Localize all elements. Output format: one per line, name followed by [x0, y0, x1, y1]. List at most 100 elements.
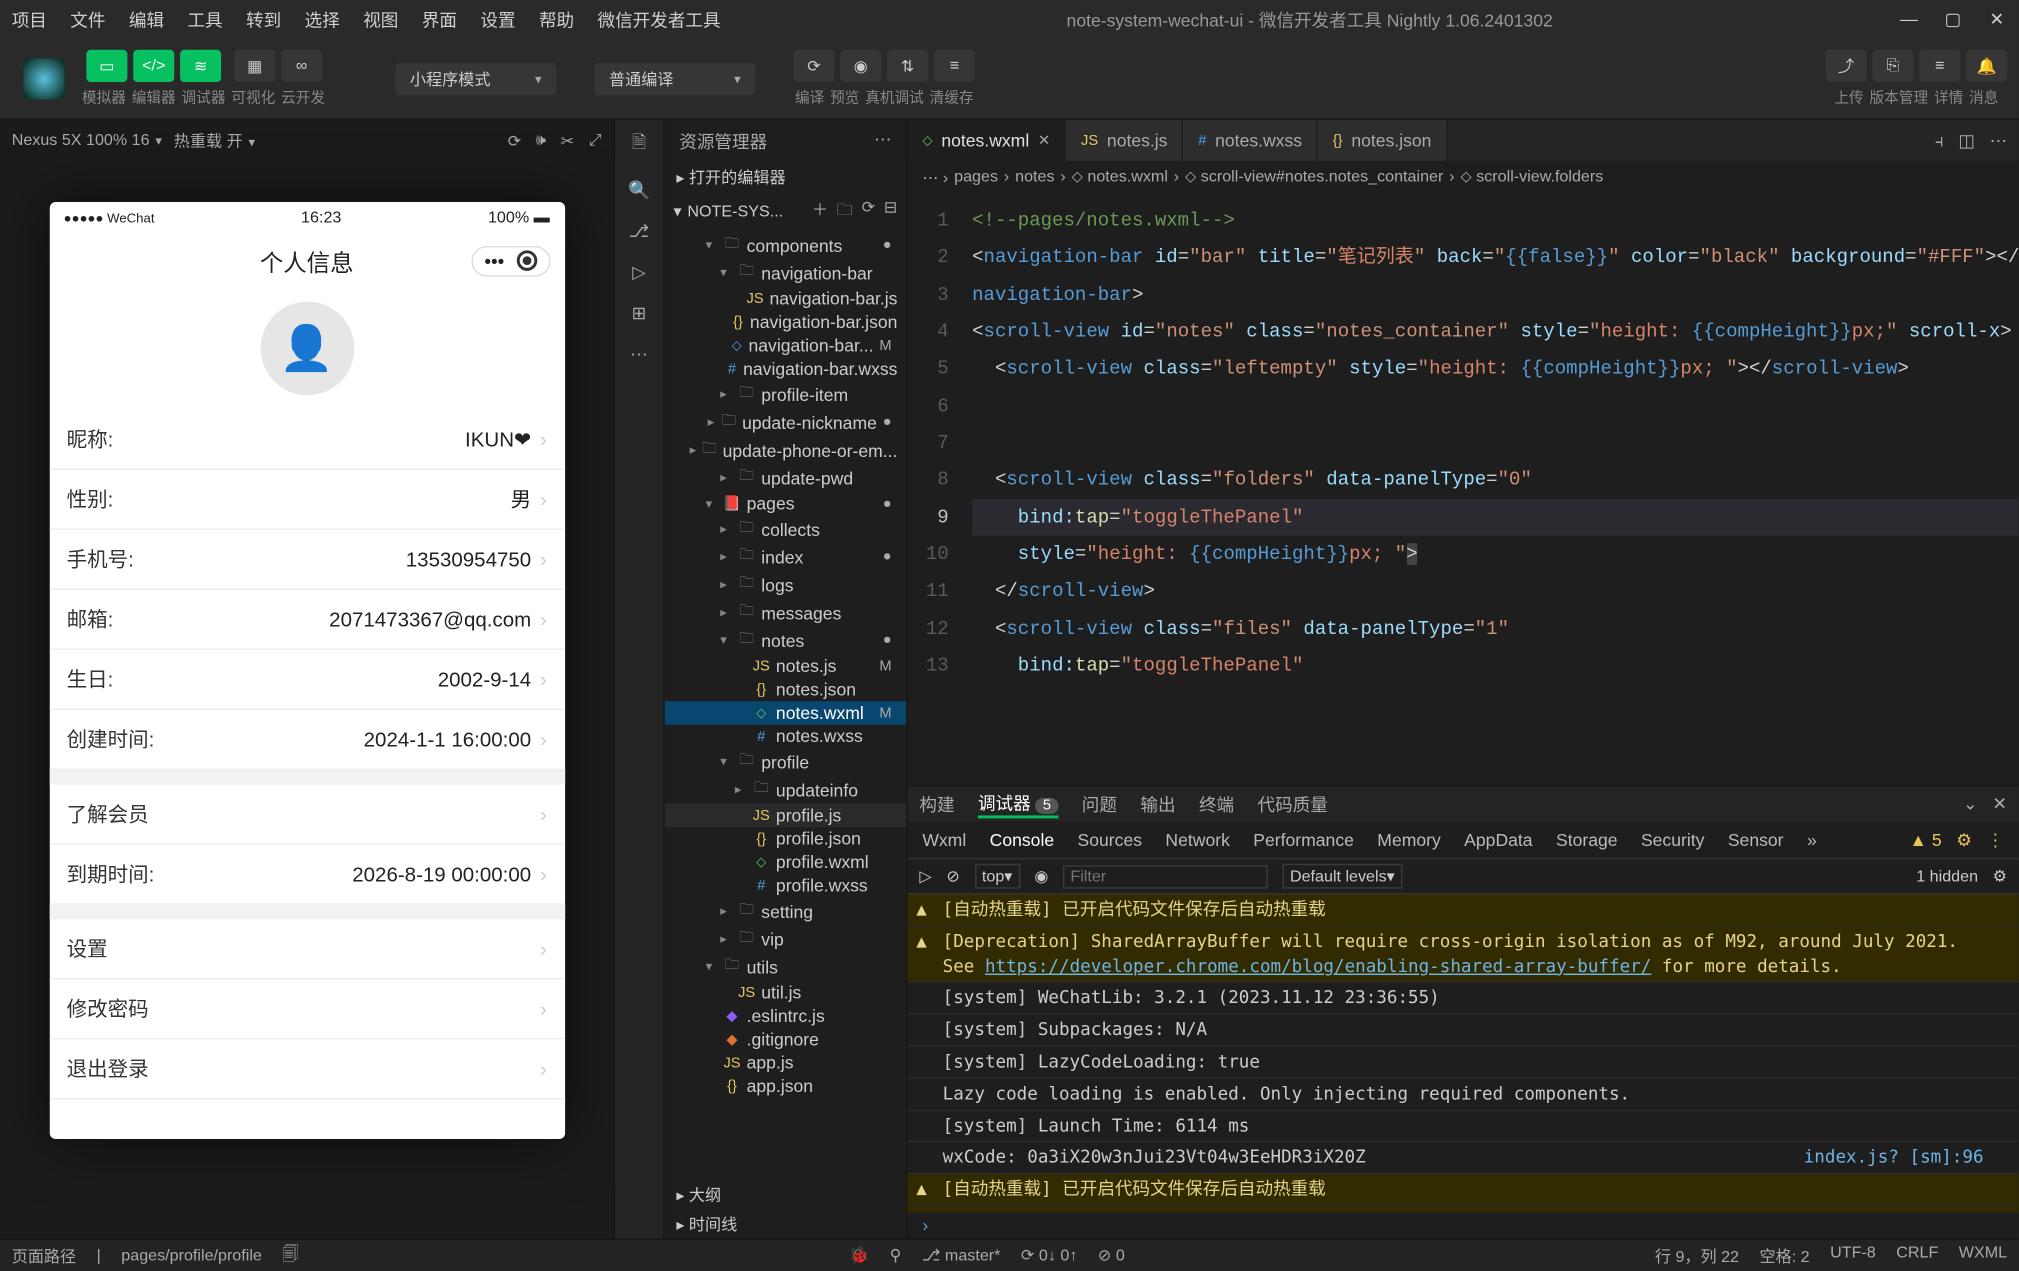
upload-button[interactable]: ⤴ [1826, 50, 1867, 82]
visual-button[interactable]: ▦ [234, 50, 275, 82]
panel-tab[interactable]: 调试器 5 [978, 790, 1058, 818]
eol[interactable]: CRLF [1896, 1244, 1938, 1267]
indent-setting[interactable]: 空格: 2 [1759, 1244, 1809, 1267]
sim-cut-icon[interactable]: ✂ [561, 131, 574, 150]
project-header[interactable]: ▾ NOTE-SYS... ＋ 🗀 ⟳ ⊟ [665, 192, 907, 232]
profile-avatar[interactable]: 👤 [260, 302, 354, 396]
compile-scheme-dropdown[interactable]: 普通编译 [594, 62, 755, 94]
panel-tab[interactable]: 构建 [919, 791, 954, 816]
page-path-label[interactable]: 页面路径 [12, 1244, 76, 1267]
editor-tab[interactable]: JSnotes.js [1066, 120, 1183, 161]
debugger-toggle[interactable]: ≋ [180, 50, 221, 82]
console-clear-icon[interactable]: ⊘ [946, 867, 959, 886]
profile-row[interactable]: 生日:2002-9-14› [49, 650, 564, 710]
tree-item[interactable]: ⬦profile.wxml [665, 851, 907, 874]
profile-row[interactable]: 设置› [49, 919, 564, 979]
devtools-tab[interactable]: Security [1641, 824, 1704, 856]
more-icon[interactable]: ⋯ [630, 344, 648, 364]
close-button[interactable]: ✕ [1975, 9, 2019, 29]
sb-bug-icon[interactable]: 🐞 [849, 1246, 869, 1265]
tab-more-icon[interactable]: ⋯ [1990, 130, 2008, 150]
profile-row[interactable]: 到期时间:2026-8-19 00:00:00› [49, 845, 564, 905]
devtools-tab[interactable]: Wxml [922, 824, 966, 856]
compile-mode-dropdown[interactable]: 小程序模式 [395, 62, 556, 94]
remote-debug-button[interactable]: ⇅ [887, 50, 928, 82]
tree-item[interactable]: {}navigation-bar.json [665, 310, 907, 333]
devtools-tab[interactable]: Console [990, 824, 1054, 856]
menu-item[interactable]: 微信开发者工具 [586, 7, 732, 32]
tree-item[interactable]: ▸🗀index● [665, 543, 907, 571]
devtools-tab[interactable]: Sensor [1728, 824, 1784, 856]
tree-item[interactable]: JSutil.js [665, 981, 907, 1004]
new-file-icon[interactable]: ＋ [812, 198, 828, 226]
profile-row[interactable]: 修改密码› [49, 979, 564, 1039]
tree-item[interactable]: ▾🗀components● [665, 231, 907, 259]
sim-pop-icon[interactable]: ⤢ [589, 131, 602, 150]
device-selector[interactable]: Nexus 5X 100% 16 [12, 132, 162, 150]
tree-item[interactable]: {}app.json [665, 1075, 907, 1098]
tree-item[interactable]: ▸🗀collects [665, 515, 907, 543]
menu-item[interactable]: 界面 [410, 7, 469, 32]
console-play-icon[interactable]: ▷ [919, 867, 931, 886]
tree-item[interactable]: ◆.eslintrc.js [665, 1004, 907, 1027]
sb-pin-icon[interactable]: ⚲ [890, 1246, 902, 1265]
warning-count[interactable]: ▲ 5 [1910, 829, 1942, 849]
profile-row[interactable]: 邮箱:2071473367@qq.com› [49, 590, 564, 650]
tree-item[interactable]: ▸🗀logs [665, 571, 907, 599]
tree-item[interactable]: {}profile.json [665, 827, 907, 850]
notifications-button[interactable]: 🔔 [1966, 50, 2007, 82]
git-icon[interactable]: ⎇ [629, 221, 649, 241]
maximize-button[interactable]: ▢ [1931, 9, 1975, 29]
search-icon[interactable]: 🔍 [628, 180, 650, 200]
page-path[interactable]: pages/profile/profile [121, 1247, 262, 1265]
menu-item[interactable]: 设置 [469, 7, 528, 32]
menu-item[interactable]: 工具 [176, 7, 235, 32]
profile-row[interactable]: 退出登录› [49, 1039, 564, 1099]
devtools-settings-icon[interactable]: ⚙ [1956, 829, 1972, 849]
console-level-dropdown[interactable]: Default levels ▾ [1283, 864, 1402, 889]
git-branch[interactable]: ⎇ master* [922, 1246, 1001, 1265]
tree-item[interactable]: ◆.gitignore [665, 1028, 907, 1051]
menu-item[interactable]: 文件 [59, 7, 118, 32]
tree-item[interactable]: ▾🗀notes● [665, 627, 907, 655]
tree-item[interactable]: ▸🗀setting [665, 897, 907, 925]
code-editor[interactable]: 12345678910111213 <!--pages/notes.wxml--… [908, 193, 2019, 784]
editor-toggle[interactable]: </> [133, 50, 174, 82]
refresh-tree-icon[interactable]: ⟳ [862, 198, 875, 226]
menu-item[interactable]: 视图 [351, 7, 410, 32]
devtools-tab[interactable]: AppData [1464, 824, 1532, 856]
compile-button[interactable]: ⟳ [793, 50, 834, 82]
extension-icon[interactable]: ⊞ [632, 303, 647, 323]
menu-item[interactable]: 转到 [234, 7, 293, 32]
panel-collapse-icon[interactable]: ⌄ [1963, 793, 1978, 813]
console-eye-icon[interactable]: ◉ [1034, 867, 1048, 886]
tree-item[interactable]: ▸🗀updateinfo [665, 776, 907, 804]
console-prompt[interactable]: › [908, 1212, 2019, 1238]
devtools-tab[interactable]: Network [1165, 824, 1229, 856]
tree-item[interactable]: ▸🗀messages [665, 599, 907, 627]
profile-row[interactable]: 创建时间:2024-1-1 16:00:00› [49, 710, 564, 770]
tree-item[interactable]: ▸🗀update-pwd [665, 464, 907, 492]
devtools-more-icon[interactable]: ⋮ [1987, 829, 2005, 849]
menu-item[interactable]: 帮助 [527, 7, 586, 32]
tree-item[interactable]: JSnavigation-bar.js [665, 287, 907, 310]
timeline-section[interactable]: ▸ 时间线 [665, 1209, 907, 1238]
panel-tab[interactable]: 问题 [1082, 791, 1117, 816]
panel-tab[interactable]: 终端 [1199, 791, 1234, 816]
capsule-button[interactable]: ••• [471, 245, 550, 276]
tree-item[interactable]: JSprofile.js [665, 804, 907, 827]
menu-item[interactable]: 编辑 [117, 7, 176, 32]
editor-tab[interactable]: #notes.wxss [1184, 120, 1319, 161]
tree-item[interactable]: ▸🗀update-phone-or-em... [665, 436, 907, 464]
tree-item[interactable]: {}notes.json [665, 678, 907, 701]
editor-breadcrumb[interactable]: ⋯ › pages › notes › ⬦ notes.wxml › ⬦ scr… [908, 161, 2019, 193]
tree-item[interactable]: #notes.wxss [665, 725, 907, 748]
hot-reload[interactable]: 热重载 开 [174, 129, 255, 152]
new-folder-icon[interactable]: 🗀 [837, 198, 853, 226]
minimize-button[interactable]: — [1887, 9, 1931, 29]
tree-item[interactable]: JSapp.js [665, 1051, 907, 1074]
panel-close-icon[interactable]: ✕ [1992, 793, 2007, 813]
profile-row[interactable]: 性别:男› [49, 470, 564, 530]
editor-tab[interactable]: ⬦notes.wxml✕ [908, 120, 1067, 161]
panel-tab[interactable]: 输出 [1140, 791, 1175, 816]
